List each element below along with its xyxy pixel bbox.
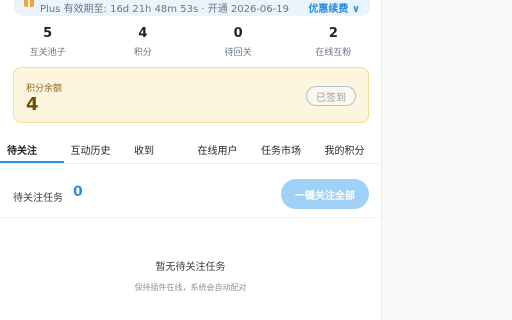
plus-membership-bar: Plus 有效期至: 16d 21h 48m 53s · 开通 2026-06-…	[14, 0, 370, 16]
tab-task-market[interactable]: 任务市场	[254, 136, 318, 163]
stat-value: 0	[233, 26, 243, 41]
points-balance-card: 积分余额 4 已签到	[13, 67, 369, 123]
empty-state: 暂无待关注任务 保持插件在线，系统会自动配对	[0, 258, 381, 293]
balance-value: 4	[26, 94, 39, 115]
stat-label: 待回关	[224, 48, 252, 58]
stat-value: 2	[328, 26, 338, 41]
tab-my-points[interactable]: 我的积分	[318, 136, 382, 163]
empty-state-subtitle: 保持插件在线，系统会自动配对	[134, 283, 247, 292]
stat-value: 5	[43, 26, 53, 41]
tab-to-follow[interactable]: 待关注	[0, 136, 64, 163]
empty-state-title: 暂无待关注任务	[155, 262, 226, 273]
stat-label: 互关池子	[29, 48, 66, 58]
pending-tasks-count: 0	[73, 184, 83, 200]
tab-interaction-history[interactable]: 互动历史	[64, 136, 128, 163]
pending-tasks-label: 待关注任务	[13, 193, 63, 204]
stat-value: 4	[138, 26, 148, 41]
tab-received[interactable]: 收到	[127, 136, 191, 163]
stat-pool: 5 互关池子	[0, 26, 95, 60]
stat-pending-followback: 0 待回关	[191, 26, 286, 60]
stat-label: 在线互粉	[315, 48, 352, 58]
extension-panel: Plus 有效期至: 16d 21h 48m 53s · 开通 2026-06-…	[0, 0, 381, 320]
gift-icon	[24, 0, 34, 7]
stat-online-mutual: 2 在线互粉	[286, 26, 381, 60]
balance-label: 积分余额	[26, 84, 63, 94]
tab-bar: 待关注 互动历史 收到 在线用户 任务市场 我的积分	[0, 136, 381, 164]
renew-link[interactable]: 优惠续费 ∨	[308, 0, 360, 15]
checked-in-button[interactable]: 已签到	[306, 86, 356, 106]
stat-label: 积分	[133, 48, 152, 58]
stats-row: 5 互关池子 4 积分 0 待回关 2 在线互粉	[0, 26, 381, 60]
tab-online-users[interactable]: 在线用户	[191, 136, 255, 163]
stat-points: 4 积分	[95, 26, 190, 60]
page-background	[381, 0, 512, 320]
pending-tasks-row: 待关注任务 0 一键关注全部	[0, 172, 381, 218]
plus-expiry-text: Plus 有效期至: 16d 21h 48m 53s · 开通 2026-06-…	[40, 3, 289, 15]
follow-all-button[interactable]: 一键关注全部	[281, 179, 369, 209]
